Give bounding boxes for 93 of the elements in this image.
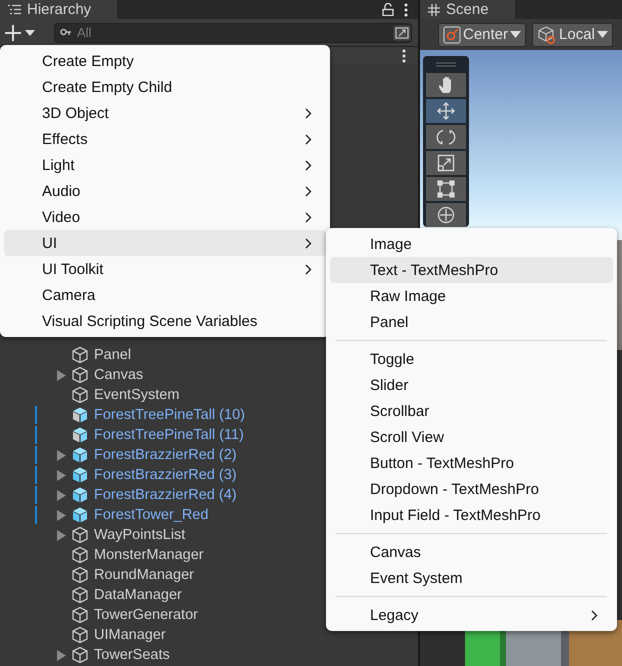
expand-icon[interactable]	[393, 24, 411, 40]
grid-icon	[428, 4, 440, 16]
tree-item[interactable]: TowerGenerator	[94, 607, 198, 623]
cube-icon	[71, 546, 89, 564]
menu-item[interactable]: Legacy	[330, 602, 613, 628]
space-dropdown[interactable]: Local	[532, 22, 613, 46]
menu-item[interactable]: Visual Scripting Scene Variables	[4, 308, 326, 334]
menu-item[interactable]: Scroll View	[330, 424, 613, 450]
expand-arrow-icon[interactable]	[57, 370, 66, 380]
expand-arrow-icon[interactable]	[57, 510, 66, 520]
rotate-icon	[436, 130, 456, 145]
hierarchy-tab[interactable]: Hierarchy	[0, 0, 117, 19]
pivot-dropdown[interactable]: Center	[438, 22, 526, 46]
cube-icon	[71, 586, 89, 604]
tree-item[interactable]: ForestBrazzierRed (2)	[94, 447, 237, 463]
caret-icon	[596, 31, 608, 38]
cube-icon	[71, 346, 89, 364]
menu-item[interactable]: Slider	[330, 372, 613, 398]
lock-icon[interactable]	[382, 3, 394, 16]
expand-arrow-icon[interactable]	[57, 470, 66, 480]
move-icon	[437, 102, 455, 120]
cube-icon	[71, 526, 89, 544]
tool-button[interactable]	[426, 73, 466, 97]
expand-arrow-icon[interactable]	[57, 530, 66, 540]
hand-icon	[439, 76, 451, 93]
grip-icon[interactable]	[436, 62, 456, 67]
menu-item[interactable]: Text - TextMeshPro	[330, 257, 613, 283]
menu-item[interactable]: 3D Object	[4, 100, 326, 126]
cube-icon	[71, 406, 89, 424]
tree-item[interactable]: TowerSeats	[94, 647, 170, 663]
tree-item[interactable]: ForestBrazzierRed (3)	[94, 467, 237, 483]
menu-item[interactable]: Create Empty	[4, 48, 326, 74]
menu-item[interactable]: Image	[330, 231, 613, 257]
tree-item[interactable]: WayPointsList	[94, 527, 186, 543]
menu-item[interactable]: Audio	[4, 178, 326, 204]
caret-icon	[510, 31, 522, 38]
tree-item[interactable]: ForestTreePineTall (10)	[94, 407, 245, 423]
cube-icon	[71, 386, 89, 404]
menu-item[interactable]: Light	[4, 152, 326, 178]
expand-arrow-icon[interactable]	[57, 450, 66, 460]
cube-icon	[71, 566, 89, 584]
cube-icon	[71, 366, 89, 384]
menu-item[interactable]: UI	[4, 230, 326, 256]
tree-item[interactable]: ForestBrazzierRed (4)	[94, 487, 237, 503]
menu-item[interactable]: Scrollbar	[330, 398, 613, 424]
menu-item[interactable]: Canvas	[330, 539, 613, 565]
search-field[interactable]: All	[54, 22, 412, 42]
menu-item[interactable]: Panel	[330, 309, 613, 335]
tree-item[interactable]: UIManager	[94, 627, 166, 643]
tool-button[interactable]	[426, 177, 466, 201]
menu-item[interactable]: Toggle	[330, 346, 613, 372]
menu-item[interactable]: Raw Image	[330, 283, 613, 309]
cube-icon	[71, 446, 89, 464]
cube-icon	[537, 24, 558, 44]
expand-arrow-icon[interactable]	[57, 490, 66, 500]
tree-item[interactable]: Canvas	[94, 367, 144, 383]
menu-item[interactable]: Camera	[4, 282, 326, 308]
tree-item[interactable]: MonsterManager	[94, 547, 204, 563]
transform-icon	[438, 206, 454, 224]
cube-icon	[71, 506, 89, 524]
cube-icon	[71, 466, 89, 484]
tree-item[interactable]: ForestTreePineTall (11)	[94, 427, 244, 443]
scene-tab[interactable]: Scene	[420, 0, 515, 19]
tool-button[interactable]	[426, 125, 466, 149]
tree-item[interactable]: EventSystem	[94, 387, 180, 403]
cube-icon	[71, 486, 89, 504]
more-icon[interactable]	[404, 2, 408, 16]
cube-icon	[71, 646, 89, 664]
pivot-icon	[443, 26, 461, 44]
more-icon[interactable]	[402, 49, 406, 63]
tree-item[interactable]: DataManager	[94, 587, 182, 603]
menu-item[interactable]: Create Empty Child	[4, 74, 326, 100]
rect-tool-icon	[437, 180, 455, 198]
menu-item[interactable]: Effects	[4, 126, 326, 152]
cube-icon	[71, 426, 89, 444]
tree-item[interactable]: Panel	[94, 347, 132, 363]
menu-item[interactable]: Video	[4, 204, 326, 230]
tool-button[interactable]	[426, 203, 466, 227]
expand-arrow-icon[interactable]	[57, 650, 66, 660]
menu-item[interactable]: Event System	[330, 565, 613, 591]
list-icon	[8, 4, 21, 15]
cube-icon	[71, 626, 89, 644]
tool-button[interactable]	[426, 151, 466, 175]
menu-item[interactable]: Dropdown - TextMeshPro	[330, 476, 613, 502]
search-icon	[60, 28, 72, 38]
tree-item[interactable]: ForestTower_Red	[94, 507, 208, 523]
scale-icon	[438, 154, 454, 172]
tool-button[interactable]	[426, 99, 466, 123]
menu-item[interactable]: Input Field - TextMeshPro	[330, 502, 613, 528]
menu-item[interactable]: Button - TextMeshPro	[330, 450, 613, 476]
menu-item[interactable]: UI Toolkit	[4, 256, 326, 282]
tree-item[interactable]: RoundManager	[94, 567, 194, 583]
cube-icon	[71, 606, 89, 624]
